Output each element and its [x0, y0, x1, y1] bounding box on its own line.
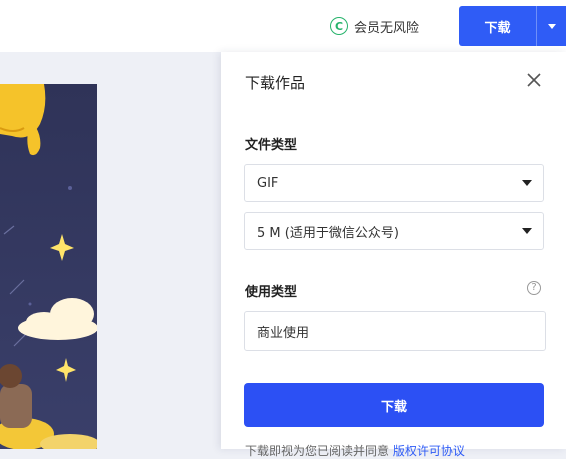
license-agreement-link[interactable]: 版权许可协议 — [393, 444, 465, 458]
panel-title: 下载作品 — [245, 74, 306, 92]
size-select[interactable]: 5 M (适用于微信公众号) — [244, 212, 544, 250]
vip-label: 会员无风险 — [354, 20, 420, 36]
download-options-dropdown[interactable] — [537, 6, 566, 46]
artwork-preview — [0, 84, 97, 449]
download-button[interactable]: 下载 — [244, 383, 544, 427]
help-icon[interactable]: ? — [527, 281, 541, 295]
top-download-button[interactable]: 下载 — [459, 6, 536, 46]
format-select[interactable]: GIF — [244, 164, 544, 202]
artwork-illustration — [0, 84, 97, 449]
usage-type-label: 使用类型 — [245, 285, 298, 300]
close-icon[interactable] — [525, 71, 543, 89]
caret-down-icon — [522, 180, 532, 186]
caret-down-icon — [522, 228, 532, 234]
size-select-value: 5 M (适用于微信公众号) — [257, 225, 399, 241]
vip-no-risk-badge[interactable]: C 会员无风险 — [330, 14, 419, 38]
chevron-down-icon — [547, 23, 556, 29]
format-select-value: GIF — [257, 175, 279, 191]
usage-type-field[interactable]: 商业使用 — [244, 311, 546, 351]
file-type-label: 文件类型 — [245, 138, 298, 153]
download-panel: 下载作品 文件类型 GIF 5 M (适用于微信公众号) 使用类型 ? 商业使用… — [221, 52, 566, 458]
terms-note-text: 下载即视为您已阅读并同意 — [245, 444, 390, 458]
top-download-button-group: 下载 — [459, 6, 566, 46]
usage-type-value: 商业使用 — [257, 325, 310, 341]
copyright-icon: C — [330, 17, 348, 35]
terms-note: 下载即视为您已阅读并同意 版权许可协议 — [245, 442, 465, 459]
